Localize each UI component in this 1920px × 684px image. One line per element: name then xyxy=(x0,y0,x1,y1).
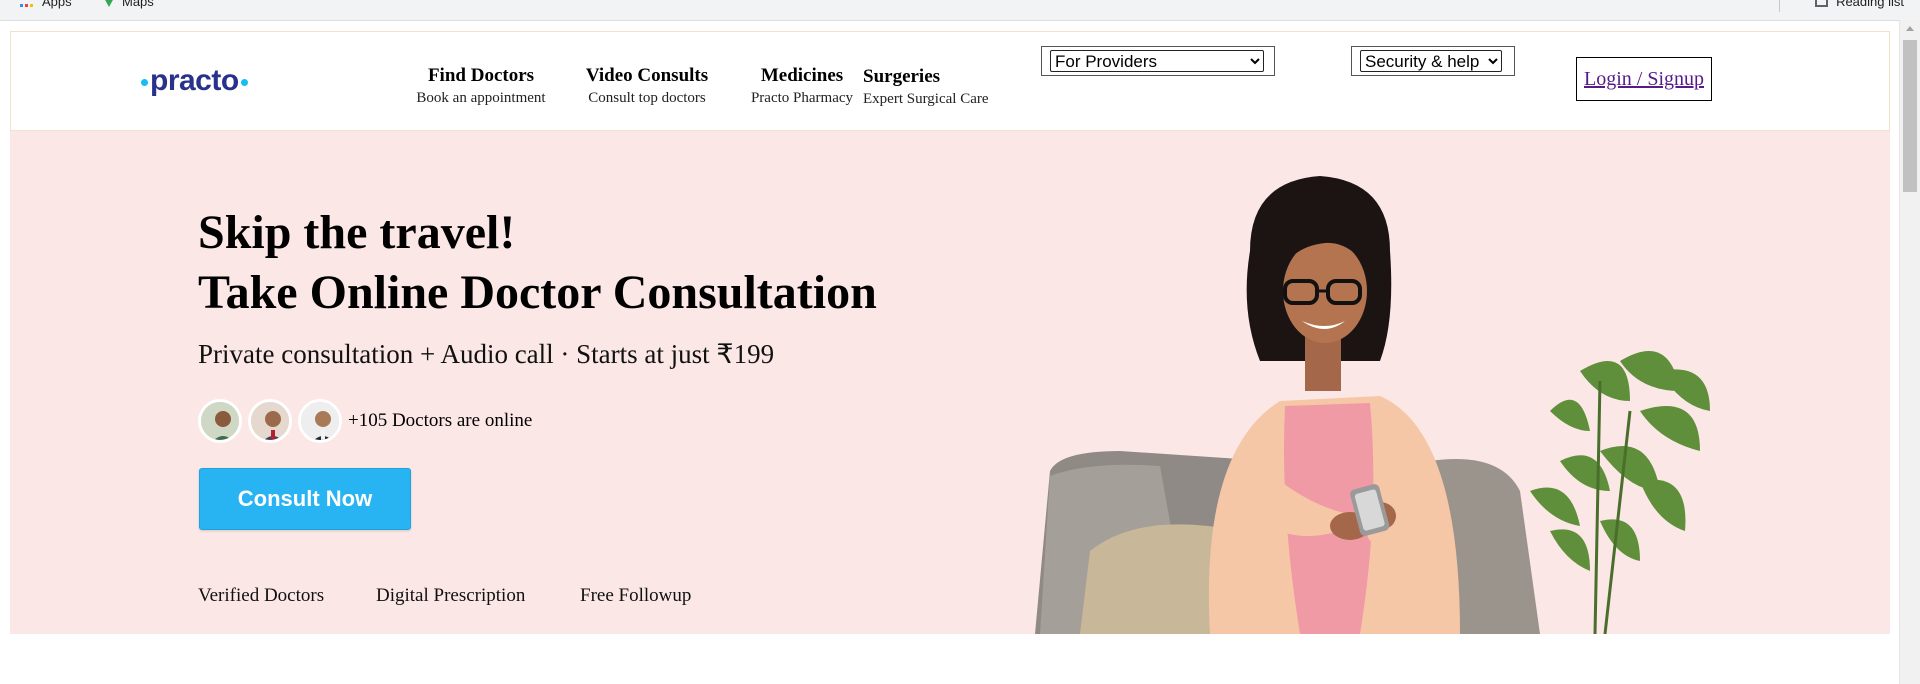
logo-dot-right xyxy=(240,78,248,86)
logo-dot-left xyxy=(141,78,148,86)
nav-video-consults[interactable]: Video Consults Consult top doctors xyxy=(562,64,732,108)
bookmark-maps[interactable]: Maps xyxy=(104,0,154,9)
nav-surgeries[interactable]: Surgeries Expert Surgical Care xyxy=(863,65,1013,109)
providers-dropdown[interactable]: For Providers xyxy=(1050,50,1264,72)
bookmark-apps-label: Apps xyxy=(42,0,72,9)
nav-medicines[interactable]: Medicines Practo Pharmacy xyxy=(727,64,877,108)
doctor-avatar-3 xyxy=(298,399,342,443)
consult-now-button[interactable]: Consult Now xyxy=(199,468,411,530)
security-help-dropdown[interactable]: Security & help xyxy=(1360,50,1502,72)
bookmark-maps-label: Maps xyxy=(122,0,154,9)
hero-subtitle: Private consultation + Audio call · Star… xyxy=(198,339,775,369)
bookmarks-bar: Apps Maps Reading list xyxy=(0,0,1920,21)
hero-title-line-2: Take Online Doctor Consultation xyxy=(198,266,877,319)
logo-text: practo xyxy=(150,64,239,97)
doctor-avatar-1 xyxy=(198,399,242,443)
maps-pin-icon xyxy=(104,0,114,7)
nav-find-doctors[interactable]: Find Doctors Book an appointment xyxy=(391,64,571,108)
bookmarks-divider xyxy=(1779,0,1780,12)
apps-grid-icon xyxy=(20,0,34,7)
nav-surgeries-subtitle: Expert Surgical Care xyxy=(863,91,989,107)
scrollbar-thumb[interactable] xyxy=(1903,40,1917,192)
feature-verified-doctors: Verified Doctors xyxy=(198,585,325,606)
hero-title: Skip the travel! Take Online Doctor Cons… xyxy=(198,203,877,323)
practo-logo[interactable]: practo xyxy=(139,64,250,98)
nav-find-doctors-title: Find Doctors xyxy=(427,65,535,86)
feature-digital-prescription: Digital Prescription xyxy=(376,585,526,606)
nav-medicines-subtitle: Practo Pharmacy xyxy=(750,90,854,106)
security-help-dropdown-container: Security & help xyxy=(1351,46,1515,76)
nav-medicines-title: Medicines xyxy=(760,65,844,86)
reading-list-icon xyxy=(1815,0,1829,7)
hero-illustration xyxy=(1035,176,1710,634)
nav-video-consults-title: Video Consults xyxy=(585,65,709,86)
site-header: practo Find Doctors Book an appointment … xyxy=(10,31,1890,131)
hero-banner: Skip the travel! Take Online Doctor Cons… xyxy=(10,131,1890,634)
feature-free-followup: Free Followup xyxy=(580,585,692,606)
reading-list-label: Reading list xyxy=(1836,0,1904,9)
reading-list-button[interactable]: Reading list xyxy=(1815,0,1904,9)
login-signup-link[interactable]: Login / Signup xyxy=(1584,68,1704,91)
page-viewport: practo Find Doctors Book an appointment … xyxy=(10,31,1890,634)
hero-title-line-1: Skip the travel! xyxy=(198,206,516,259)
online-doctors-count: +105 Doctors are online xyxy=(348,410,533,431)
login-signup-box: Login / Signup xyxy=(1576,57,1712,101)
doctor-avatar-2 xyxy=(248,399,292,443)
scroll-up-arrow-icon[interactable] xyxy=(1906,26,1914,31)
providers-dropdown-container: For Providers xyxy=(1041,46,1275,76)
nav-find-doctors-subtitle: Book an appointment xyxy=(416,90,546,106)
nav-surgeries-title: Surgeries xyxy=(863,66,941,87)
vertical-scrollbar[interactable] xyxy=(1899,20,1920,684)
online-doctors-row: +105 Doctors are online xyxy=(198,399,532,443)
bookmark-apps[interactable]: Apps xyxy=(20,0,72,9)
nav-video-consults-subtitle: Consult top doctors xyxy=(588,90,706,106)
